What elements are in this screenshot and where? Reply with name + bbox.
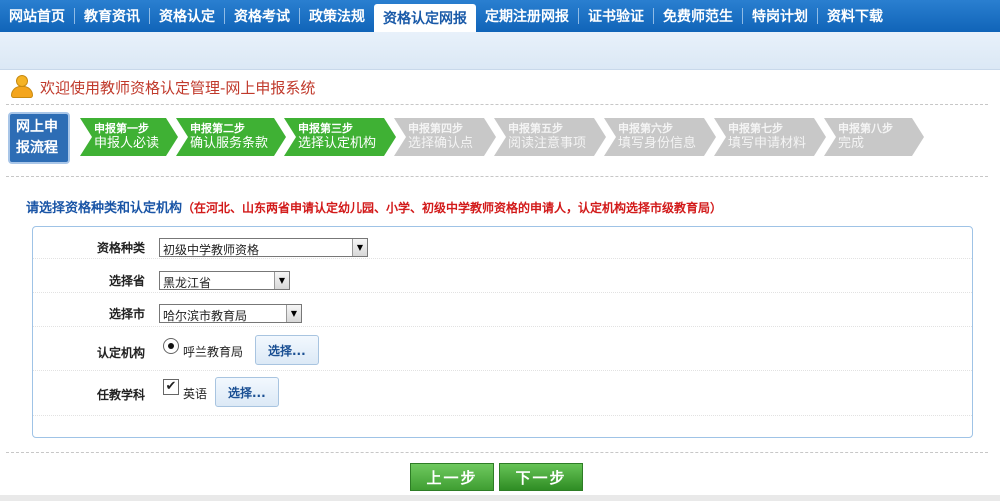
subject-checkbox[interactable]: ✔ — [163, 379, 179, 395]
divider — [6, 452, 988, 453]
sub-nav-band — [0, 32, 1000, 70]
nav-special-post[interactable]: 特岗计划 — [743, 0, 817, 32]
nav-home[interactable]: 网站首页 — [0, 0, 74, 32]
qual-type-value: 初级中学教师资格 — [163, 243, 260, 257]
form-row-qual-type: 资格种类 初级中学教师资格 ▼ — [33, 227, 972, 259]
nav-registration[interactable]: 定期注册网报 — [476, 0, 578, 32]
step-number: 申报第八步 — [838, 122, 893, 135]
step-number: 申报第六步 — [618, 122, 673, 135]
step-number: 申报第四步 — [408, 122, 463, 135]
step-name: 选择认定机构 — [298, 136, 377, 151]
welcome-text: 欢迎使用教师资格认定管理-网上申报系统 — [40, 78, 316, 97]
subject-value: 英语 — [183, 387, 208, 401]
welcome-bar: 欢迎使用教师资格认定管理-网上申报系统 — [8, 74, 315, 100]
nav-downloads[interactable]: 资料下载 — [818, 0, 892, 32]
top-nav: 网站首页 教育资讯 资格认定 资格考试 政策法规 资格认定网报 定期注册网报 证… — [0, 0, 1000, 32]
nav-online-apply[interactable]: 资格认定网报 — [374, 4, 476, 32]
selection-form: 资格种类 初级中学教师资格 ▼ 选择省 黑龙江省 ▼ 选择市 哈尔滨市教育局 ▼… — [32, 226, 973, 438]
step-number: 申报第一步 — [94, 122, 149, 135]
nav-policy[interactable]: 政策法规 — [300, 0, 374, 32]
nav-free-normal[interactable]: 免费师范生 — [654, 0, 742, 32]
step-name: 填写身份信息 — [618, 136, 697, 151]
flow-badge: 网上申 报流程 — [8, 112, 70, 164]
step-number: 申报第三步 — [298, 122, 353, 135]
step-name: 阅读注意事项 — [508, 136, 587, 151]
section-title: 请选择资格种类和认定机构（在河北、山东两省申请认定幼儿园、小学、初级中学教师资格… — [26, 197, 722, 216]
nav-exam[interactable]: 资格考试 — [225, 0, 299, 32]
choose-agency-button[interactable]: 选择... — [255, 335, 319, 365]
step-7: 申报第七步 填写申请材料 — [714, 118, 826, 156]
step-number: 申报第二步 — [190, 122, 245, 135]
nav-cert-verify[interactable]: 证书验证 — [579, 0, 653, 32]
agency-value: 呼兰教育局 — [183, 345, 244, 359]
step-name: 选择确认点 — [408, 136, 474, 151]
step-8: 申报第八步 完成 — [824, 118, 924, 156]
agency-label: 认定机构 — [96, 346, 145, 360]
form-row-province: 选择省 黑龙江省 ▼ — [33, 259, 972, 293]
footer-strip — [0, 495, 1000, 501]
city-label: 选择市 — [108, 307, 145, 321]
step-1: 申报第一步 申报人必读 — [80, 118, 178, 156]
agency-radio[interactable] — [163, 338, 179, 354]
chevron-down-icon: ▼ — [286, 305, 301, 322]
section-heading: 请选择资格种类和认定机构 — [26, 201, 183, 216]
city-value: 哈尔滨市教育局 — [163, 309, 248, 323]
flow-badge-line1: 网上申 — [16, 119, 58, 135]
chevron-down-icon: ▼ — [352, 239, 367, 256]
user-icon — [8, 74, 36, 100]
prev-step-button[interactable]: 上一步 — [410, 463, 494, 491]
step-name: 申报人必读 — [94, 136, 160, 151]
form-row-city: 选择市 哈尔滨市教育局 ▼ — [33, 293, 972, 327]
chevron-down-icon: ▼ — [274, 272, 289, 289]
step-name: 确认服务条款 — [190, 136, 269, 151]
province-label: 选择省 — [108, 274, 145, 288]
divider — [6, 176, 988, 177]
choose-subject-button[interactable]: 选择... — [215, 377, 279, 407]
form-row-divider — [33, 415, 972, 416]
next-step-button[interactable]: 下一步 — [499, 463, 583, 491]
step-3: 申报第三步 选择认定机构 — [284, 118, 396, 156]
qual-type-select[interactable]: 初级中学教师资格 ▼ — [159, 238, 368, 257]
step-2: 申报第二步 确认服务条款 — [176, 118, 286, 156]
step-6: 申报第六步 填写身份信息 — [604, 118, 716, 156]
flow-badge-line2: 报流程 — [16, 140, 58, 156]
step-number: 申报第七步 — [728, 122, 783, 135]
section-note: （在河北、山东两省申请认定幼儿园、小学、初级中学教师资格的申请人，认定机构选择市… — [182, 201, 723, 215]
divider — [6, 104, 988, 105]
step-name: 填写申请材料 — [728, 136, 807, 151]
step-5: 申报第五步 阅读注意事项 — [494, 118, 606, 156]
step-number: 申报第五步 — [508, 122, 563, 135]
subject-label: 任教学科 — [96, 388, 145, 402]
city-select[interactable]: 哈尔滨市教育局 ▼ — [159, 304, 302, 323]
province-select[interactable]: 黑龙江省 ▼ — [159, 271, 290, 290]
qual-type-label: 资格种类 — [96, 241, 145, 255]
form-row-agency: 认定机构 呼兰教育局 选择... — [33, 327, 972, 371]
form-row-subject: 任教学科 ✔ 英语 选择... — [33, 371, 972, 415]
nav-qualification[interactable]: 资格认定 — [150, 0, 224, 32]
step-name: 完成 — [838, 136, 865, 151]
province-value: 黑龙江省 — [163, 276, 212, 290]
step-4: 申报第四步 选择确认点 — [394, 118, 496, 156]
nav-edu-news[interactable]: 教育资讯 — [75, 0, 149, 32]
